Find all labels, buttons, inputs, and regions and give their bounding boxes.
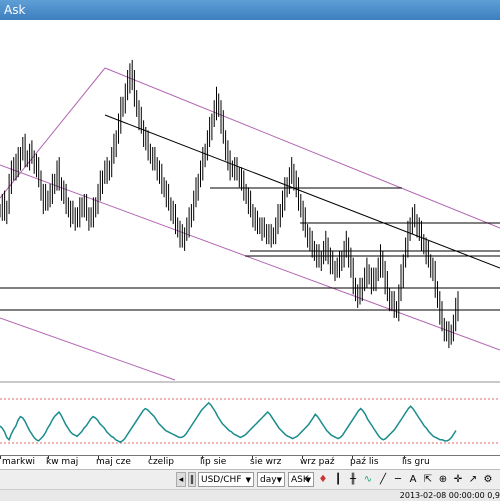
chart-toolbar: ◂ ‖ USD/CHF ▼ day ▼ ASK ▼ ♦ ┃ ╫ ∿ ╱ ─ A ⇱ ⊕… — [0, 469, 500, 490]
settings-icon[interactable]: ⚙ — [482, 472, 494, 487]
symbol-select[interactable]: USD/CHF ▼ — [198, 472, 254, 487]
oscillator-chart[interactable] — [0, 383, 500, 455]
candle-chart-icon[interactable]: ┃ — [332, 472, 344, 487]
x-label: paź lis — [350, 457, 379, 467]
x-label: lip sie — [200, 457, 227, 467]
pause-icon[interactable]: ‖ — [188, 472, 196, 487]
price-chart[interactable] — [0, 20, 500, 382]
chevron-down-icon: ▼ — [305, 476, 311, 484]
timeframe-value: day — [260, 475, 277, 485]
x-label: wrz paź — [300, 457, 335, 467]
status-text: 2013-02-08 00:00:00 0,9 — [399, 491, 500, 500]
text-tool-icon[interactable]: A — [407, 472, 419, 487]
horizontal-line-icon[interactable]: ─ — [392, 472, 404, 487]
horizontal-levels — [0, 187, 500, 311]
x-label: maj cze — [96, 457, 131, 467]
symbol-value: USD/CHF — [201, 475, 242, 485]
status-bar: 2013-02-08 00:00:00 0,9 — [0, 489, 500, 501]
bar-chart-icon[interactable]: ╫ — [347, 472, 359, 487]
x-label: sie wrz — [250, 457, 282, 467]
x-label: markwi — [2, 457, 36, 467]
arrow-icon[interactable]: ↗ — [467, 472, 479, 487]
price-bars — [0, 59, 459, 349]
window-title: Ask — [4, 3, 26, 17]
x-label: kw maj — [46, 457, 79, 467]
chevron-down-icon: ▼ — [276, 476, 282, 484]
oscillator-line — [0, 401, 457, 443]
marker-icon[interactable]: ♦ — [317, 472, 329, 487]
channel-outer-line — [0, 317, 176, 381]
cursor-icon[interactable]: ⇱ — [422, 472, 434, 487]
chevron-down-icon: ▼ — [245, 476, 251, 484]
channel-upper-line — [104, 67, 500, 229]
window-titlebar: Ask — [0, 0, 500, 20]
crosshair-icon[interactable]: ✛ — [452, 472, 464, 487]
trend-line-icon[interactable]: ╱ — [377, 472, 389, 487]
channel-lower-line — [0, 164, 500, 351]
x-label: lis gru — [402, 457, 430, 467]
axis-tick — [0, 456, 1, 459]
x-label: czelip — [148, 457, 174, 467]
zoom-icon[interactable]: ⊕ — [437, 472, 449, 487]
scroll-left-button[interactable]: ◂ — [176, 472, 186, 487]
time-axis: markwi kw maj maj cze czelip lip sie sie… — [0, 455, 500, 470]
price-type-select[interactable]: ASK ▼ — [288, 472, 314, 487]
line-chart-icon[interactable]: ∿ — [362, 472, 374, 487]
timeframe-select[interactable]: day ▼ — [257, 472, 285, 487]
